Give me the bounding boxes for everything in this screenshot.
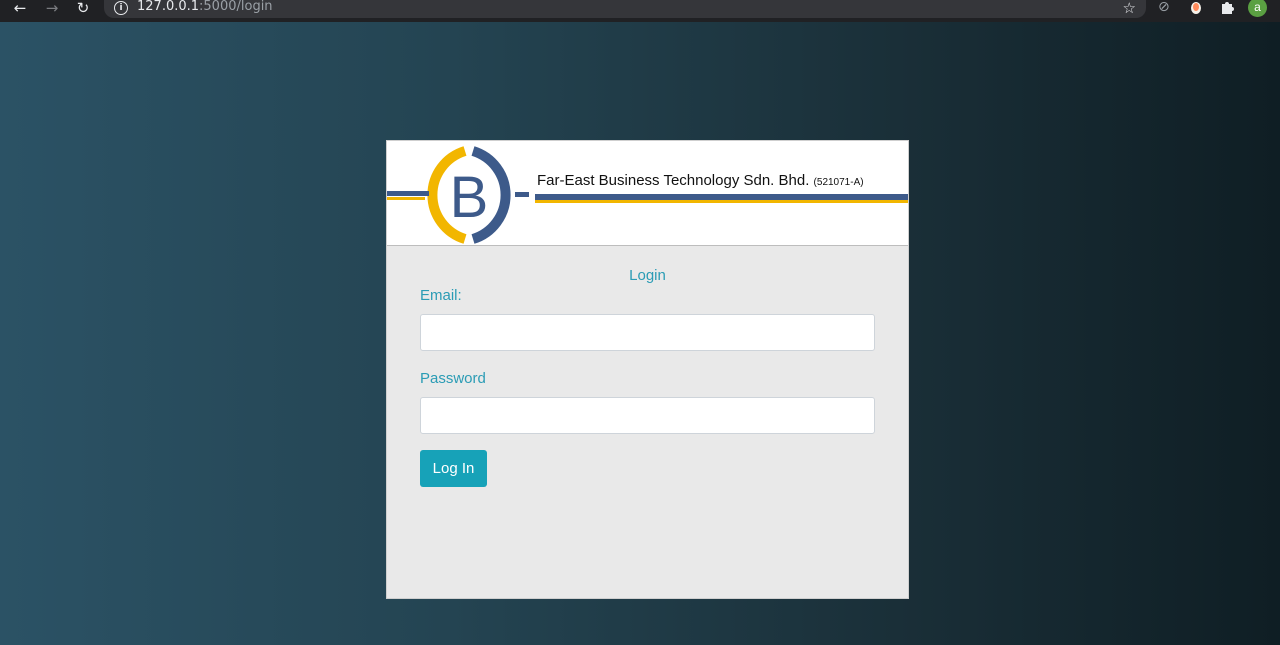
extension-icon[interactable]: ⊘: [1158, 0, 1170, 15]
browser-toolbar: ← → ↻ i 127.0.0.1:5000/login ☆ ⊘ a: [0, 0, 1280, 22]
company-name: Far-East Business Technology Sdn. Bhd. (…: [537, 172, 864, 189]
password-field[interactable]: [420, 397, 875, 434]
login-card: B Far-East Business Technology Sdn. Bhd.…: [386, 140, 909, 599]
profile-avatar[interactable]: a: [1248, 0, 1267, 17]
company-logo: B: [387, 146, 908, 244]
url-host: 127.0.0.1: [137, 0, 200, 14]
company-registration: (521071-A): [813, 177, 864, 188]
email-label: Email:: [420, 287, 462, 304]
back-arrow-icon[interactable]: ←: [10, 0, 30, 16]
bookmark-star-icon[interactable]: ☆: [1123, 0, 1136, 17]
login-heading: Login: [629, 267, 666, 284]
address-bar[interactable]: i 127.0.0.1:5000/login ☆: [104, 0, 1146, 18]
info-icon[interactable]: i: [114, 1, 128, 15]
extension-badge-icon[interactable]: [1190, 0, 1202, 19]
puzzle-extensions-icon[interactable]: [1220, 0, 1236, 19]
logo-letter: B: [450, 165, 489, 230]
url-text[interactable]: 127.0.0.1:5000/login: [137, 0, 273, 15]
forward-arrow-icon[interactable]: →: [42, 0, 62, 16]
reload-icon[interactable]: ↻: [73, 0, 93, 16]
password-label: Password: [420, 370, 486, 387]
company-banner: B Far-East Business Technology Sdn. Bhd.…: [387, 141, 908, 246]
url-path: :5000/login: [199, 0, 273, 14]
login-button[interactable]: Log In: [420, 450, 487, 487]
email-field[interactable]: [420, 314, 875, 351]
company-title: Far-East Business Technology Sdn. Bhd.: [537, 172, 810, 189]
